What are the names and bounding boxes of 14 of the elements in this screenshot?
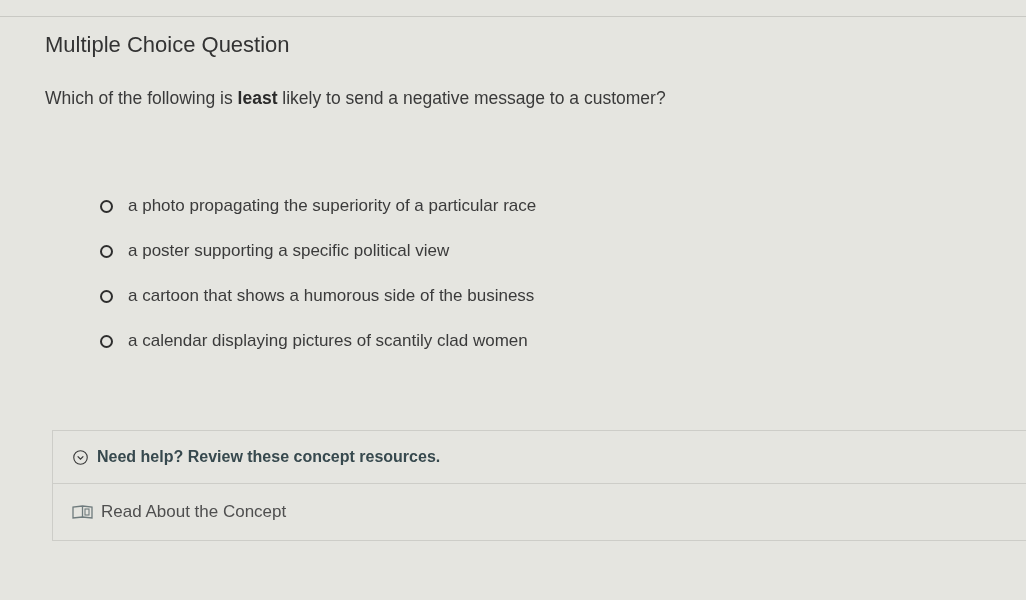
- radio-button[interactable]: [100, 199, 113, 213]
- option-label: a photo propagating the superiority of a particular race: [128, 196, 537, 216]
- radio-button[interactable]: [100, 244, 113, 258]
- chevron-circle-icon[interactable]: [73, 449, 88, 465]
- option-label: a cartoon that shows a humorous side of the business: [128, 286, 535, 306]
- help-heading[interactable]: Need help? Review these concept resources.: [97, 448, 441, 466]
- read-concept-link[interactable]: Read About the Concept: [101, 502, 287, 522]
- radio-button[interactable]: [100, 334, 113, 348]
- question-text: Which of the following is least likely to send a negative message to a customer?: [45, 87, 666, 109]
- option-label: a calendar displaying pictures of scantily clad women: [128, 331, 528, 351]
- option-label: a poster supporting a specific political view: [128, 241, 450, 261]
- question-title: Multiple Choice Question: [45, 32, 290, 58]
- radio-button[interactable]: [100, 289, 113, 303]
- book-icon: [72, 505, 93, 519]
